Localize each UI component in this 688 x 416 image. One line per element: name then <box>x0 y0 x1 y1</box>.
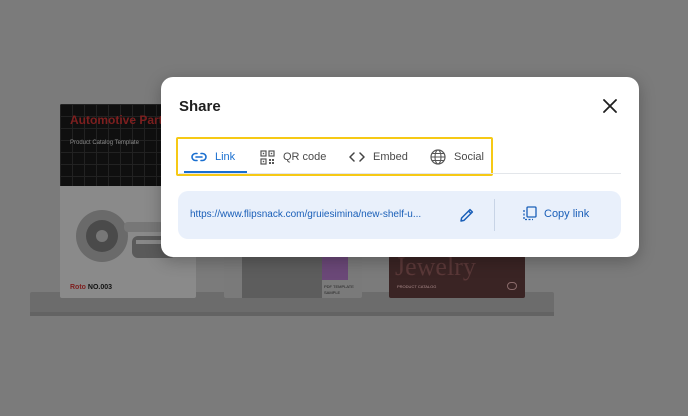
tab-label: Link <box>215 151 236 163</box>
book-brand: Roto NO.003 <box>70 284 112 291</box>
copy-icon <box>523 206 537 221</box>
cover-photo <box>242 256 322 298</box>
copy-link-button[interactable]: Copy link <box>523 206 589 221</box>
tab-label: Embed <box>373 151 408 163</box>
book-subtitle: PRODUCT CATALOG <box>397 284 437 289</box>
vertical-separator <box>494 199 495 231</box>
code-icon <box>349 152 365 162</box>
brand-name: Roto <box>70 284 86 291</box>
tab-embed[interactable]: Embed <box>349 143 408 171</box>
tab-qr-code[interactable]: QR code <box>260 143 326 171</box>
qr-code-icon <box>260 149 275 165</box>
cover-accent <box>322 256 348 280</box>
share-link-box: https://www.flipsnack.com/gruiesimina/ne… <box>178 191 621 239</box>
globe-icon <box>430 149 446 165</box>
link-icon <box>507 282 517 290</box>
close-icon[interactable] <box>603 99 617 113</box>
book-subtitle: Product Catalog Template <box>70 140 139 146</box>
edit-pencil-icon[interactable] <box>459 207 475 223</box>
tab-label: Social <box>454 151 484 163</box>
book-title: Jewelry <box>395 256 476 281</box>
book-title: Automotive Parts <box>70 113 170 127</box>
tab-link[interactable]: Link <box>191 143 235 171</box>
book-jewelry[interactable]: Jewelry PRODUCT CATALOG <box>389 256 525 298</box>
tabs-divider <box>179 173 621 174</box>
book-label-line2: SAMPLE <box>324 290 341 295</box>
tab-social[interactable]: Social <box>430 143 484 171</box>
tab-label: QR code <box>283 151 327 163</box>
issue-number: NO.003 <box>87 284 113 291</box>
copy-link-label: Copy link <box>544 207 590 220</box>
dialog-title: Share <box>179 98 221 115</box>
book-pdf-template[interactable]: PDF TEMPLATE SAMPLE <box>224 256 362 298</box>
share-dialog: Share Link QR code Embed Social https://… <box>161 77 639 257</box>
book-label: PDF TEMPLATE SAMPLE <box>324 284 354 296</box>
share-url-text[interactable]: https://www.flipsnack.com/gruiesimina/ne… <box>190 209 450 220</box>
shelf-shadow <box>30 312 554 316</box>
link-icon <box>191 152 207 162</box>
